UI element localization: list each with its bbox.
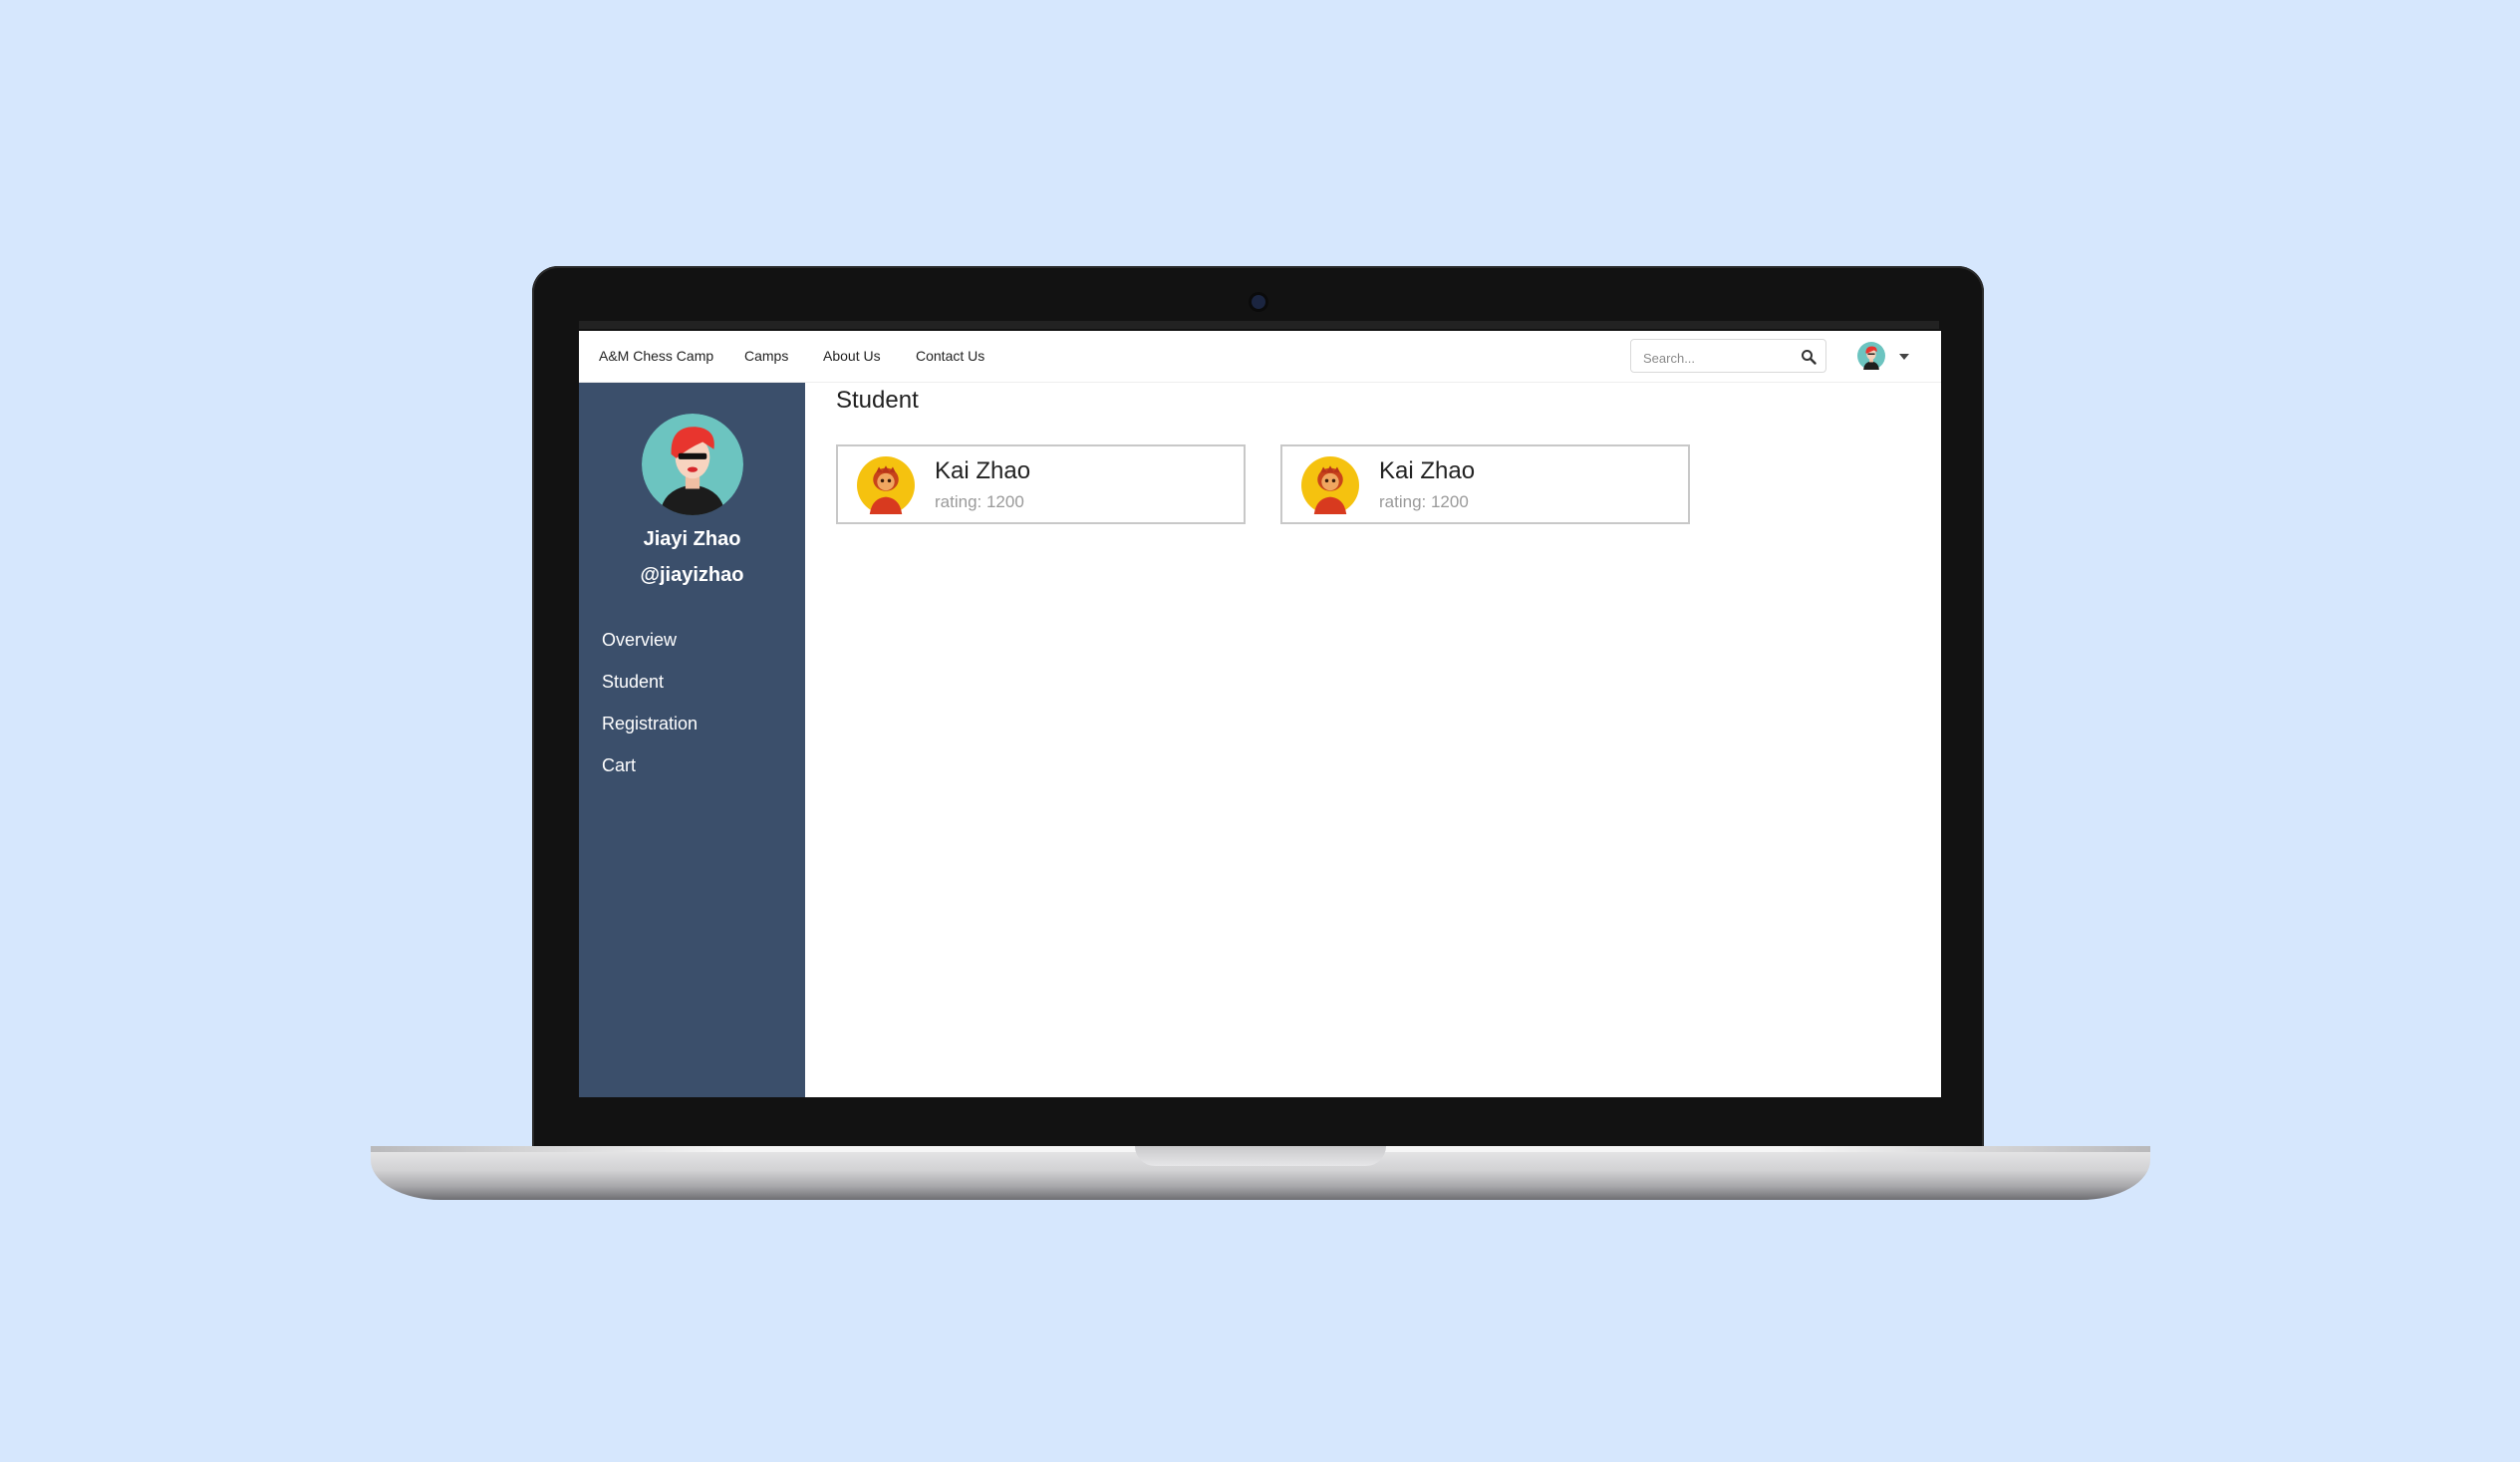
- chevron-down-icon[interactable]: [1899, 354, 1909, 360]
- sidebar-item-student[interactable]: Student: [602, 672, 664, 693]
- app-screen: A&M Chess Camp Camps About Us Contact Us: [579, 331, 1941, 1097]
- student-rating: rating: 1200: [1379, 492, 1469, 511]
- brand-link[interactable]: A&M Chess Camp: [599, 348, 713, 364]
- student-name: Kai Zhao: [935, 457, 1031, 484]
- student-avatar: [1301, 456, 1359, 514]
- sidebar: Jiayi Zhao @jiayizhao Overview Student R…: [579, 383, 805, 1097]
- student-name: Kai Zhao: [1379, 457, 1476, 484]
- search-icon[interactable]: [1801, 349, 1817, 365]
- search-input[interactable]: [1641, 348, 1795, 368]
- laptop-notch: [1135, 1146, 1386, 1166]
- profile-name: Jiayi Zhao: [643, 528, 741, 550]
- student-card[interactable]: Kai Zhao rating: 1200: [836, 444, 1246, 524]
- student-card[interactable]: Kai Zhao rating: 1200: [1280, 444, 1690, 524]
- user-avatar-icon[interactable]: [1857, 342, 1885, 370]
- page-title: Student: [836, 387, 919, 414]
- profile-handle: @jiayizhao: [640, 564, 744, 586]
- screen-bezel-strip: [579, 321, 1939, 329]
- student-avatar: [857, 456, 915, 514]
- webcam: [1252, 295, 1265, 309]
- search-box: [1630, 339, 1826, 373]
- nav-link-about-us[interactable]: About Us: [823, 348, 881, 364]
- nav-link-camps[interactable]: Camps: [744, 348, 788, 364]
- profile-avatar: [642, 414, 743, 515]
- sidebar-item-overview[interactable]: Overview: [602, 630, 677, 651]
- student-rating: rating: 1200: [935, 492, 1024, 511]
- nav-link-contact-us[interactable]: Contact Us: [916, 348, 984, 364]
- laptop-base: [371, 1146, 2150, 1200]
- sidebar-item-cart[interactable]: Cart: [602, 755, 636, 776]
- top-navbar: A&M Chess Camp Camps About Us Contact Us: [579, 331, 1941, 383]
- sidebar-item-registration[interactable]: Registration: [602, 714, 698, 734]
